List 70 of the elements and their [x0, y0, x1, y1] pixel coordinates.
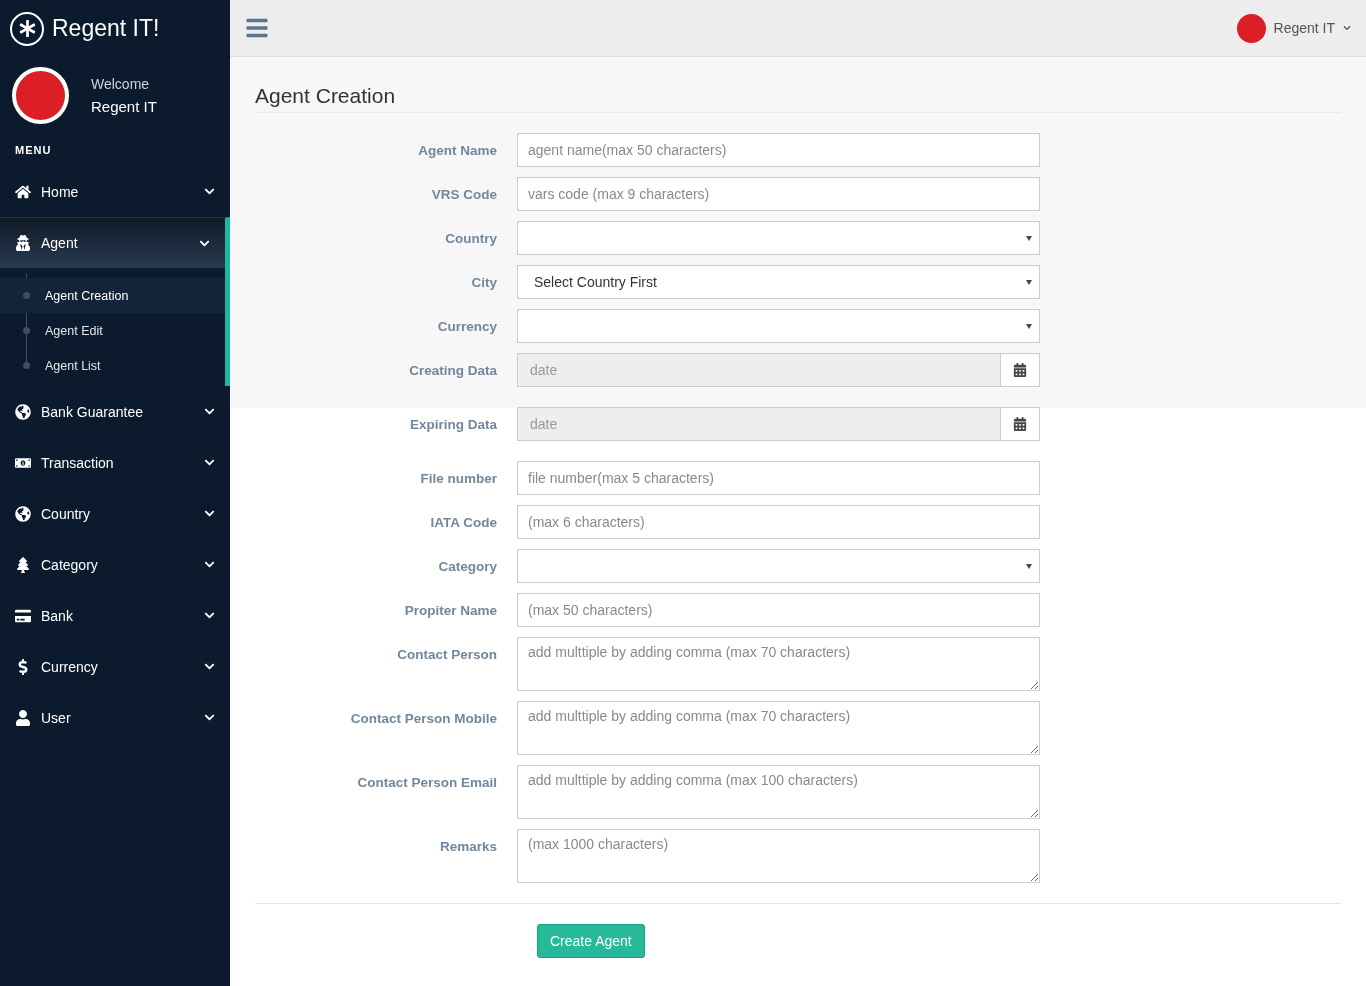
select-field[interactable]: [517, 549, 1040, 583]
submenu-item[interactable]: Agent Edit: [0, 313, 225, 348]
avatar: [1236, 13, 1266, 43]
text-field[interactable]: vars code (max 9 characters): [517, 177, 1040, 211]
sidebar-item[interactable]: Bank Guarantee: [0, 386, 230, 437]
caret-icon: [1026, 563, 1032, 569]
field-label: IATA Code: [429, 514, 498, 532]
sidebar-item[interactable]: Agent: [0, 217, 230, 268]
tree-icon: [15, 556, 31, 573]
chevron-icon: [1343, 24, 1351, 32]
field-label: Remarks: [438, 838, 498, 856]
text-field[interactable]: agent name(max 50 characters): [517, 133, 1040, 167]
submenu-item[interactable]: Agent List: [0, 348, 225, 383]
select-field[interactable]: [517, 221, 1040, 255]
text-area[interactable]: add multtiple by adding comma (max 70 characters): [517, 701, 1040, 755]
field-label: Agent Name: [417, 142, 498, 160]
select-field[interactable]: Select Country First: [517, 265, 1040, 299]
sidebar-item[interactable]: Category: [0, 539, 230, 590]
logo-icon: [10, 11, 44, 46]
field-label: Contact Person: [396, 646, 498, 664]
text-field[interactable]: (max 6 characters): [517, 505, 1040, 539]
text-area[interactable]: add multtiple by adding comma (max 100 characters): [517, 765, 1040, 819]
field-label: City: [470, 274, 498, 292]
caret-icon: [1026, 323, 1032, 329]
sidebar-item[interactable]: Transaction: [0, 437, 230, 488]
home-icon: [15, 183, 31, 200]
globe-icon: [15, 403, 31, 420]
text-field[interactable]: file number(max 5 characters): [517, 461, 1040, 495]
field-label: Category: [437, 558, 498, 576]
page-title: Agent Creation: [255, 84, 1341, 113]
field-label: VRS Code: [430, 186, 498, 204]
text-field[interactable]: (max 50 characters): [517, 593, 1040, 627]
credit-card-icon: [15, 607, 31, 624]
submenu-item[interactable]: Agent Creation: [0, 278, 225, 313]
chevron-icon: [204, 661, 215, 672]
profile-name: Regent IT: [91, 98, 157, 115]
text-area[interactable]: (max 1000 characters): [517, 829, 1040, 883]
agent-icon: [15, 235, 31, 251]
field-label: Expiring Data: [408, 416, 498, 434]
user-menu[interactable]: Regent IT: [1236, 13, 1351, 43]
sidebar-item[interactable]: Bank: [0, 590, 230, 641]
sidebar-item[interactable]: Currency: [0, 641, 230, 692]
select-field[interactable]: [517, 309, 1040, 343]
chevron-icon: [204, 186, 215, 197]
chevron-icon: [204, 457, 215, 468]
caret-icon: [1026, 279, 1032, 285]
field-label: Contact Person Mobile: [349, 710, 498, 728]
field-label: File number: [419, 470, 498, 488]
welcome-text: Welcome: [91, 76, 151, 92]
sidebar-item[interactable]: Country: [0, 488, 230, 539]
field-label: Country: [444, 230, 498, 248]
field-label: Creating Data: [408, 362, 498, 380]
globe-icon: [15, 505, 31, 522]
brand-title[interactable]: Regent IT!: [52, 15, 160, 42]
field-label: Propiter Name: [403, 602, 498, 620]
menu-icon[interactable]: [245, 16, 269, 40]
chevron-icon: [204, 559, 215, 570]
field-label: Contact Person Email: [356, 774, 498, 792]
sidebar-item[interactable]: User: [0, 692, 230, 743]
text-area[interactable]: add multtiple by adding comma (max 70 characters): [517, 637, 1040, 691]
chevron-icon: [204, 610, 215, 621]
field-label: Currency: [436, 318, 498, 336]
menu-heading: MENU: [14, 143, 53, 156]
chevron-icon: [204, 712, 215, 723]
avatar: [12, 67, 69, 124]
chevron-icon: [204, 508, 215, 519]
caret-icon: [1026, 235, 1032, 241]
user-icon: [15, 709, 31, 726]
sidebar-item[interactable]: Home: [0, 166, 230, 217]
chevron-icon: [204, 406, 215, 417]
